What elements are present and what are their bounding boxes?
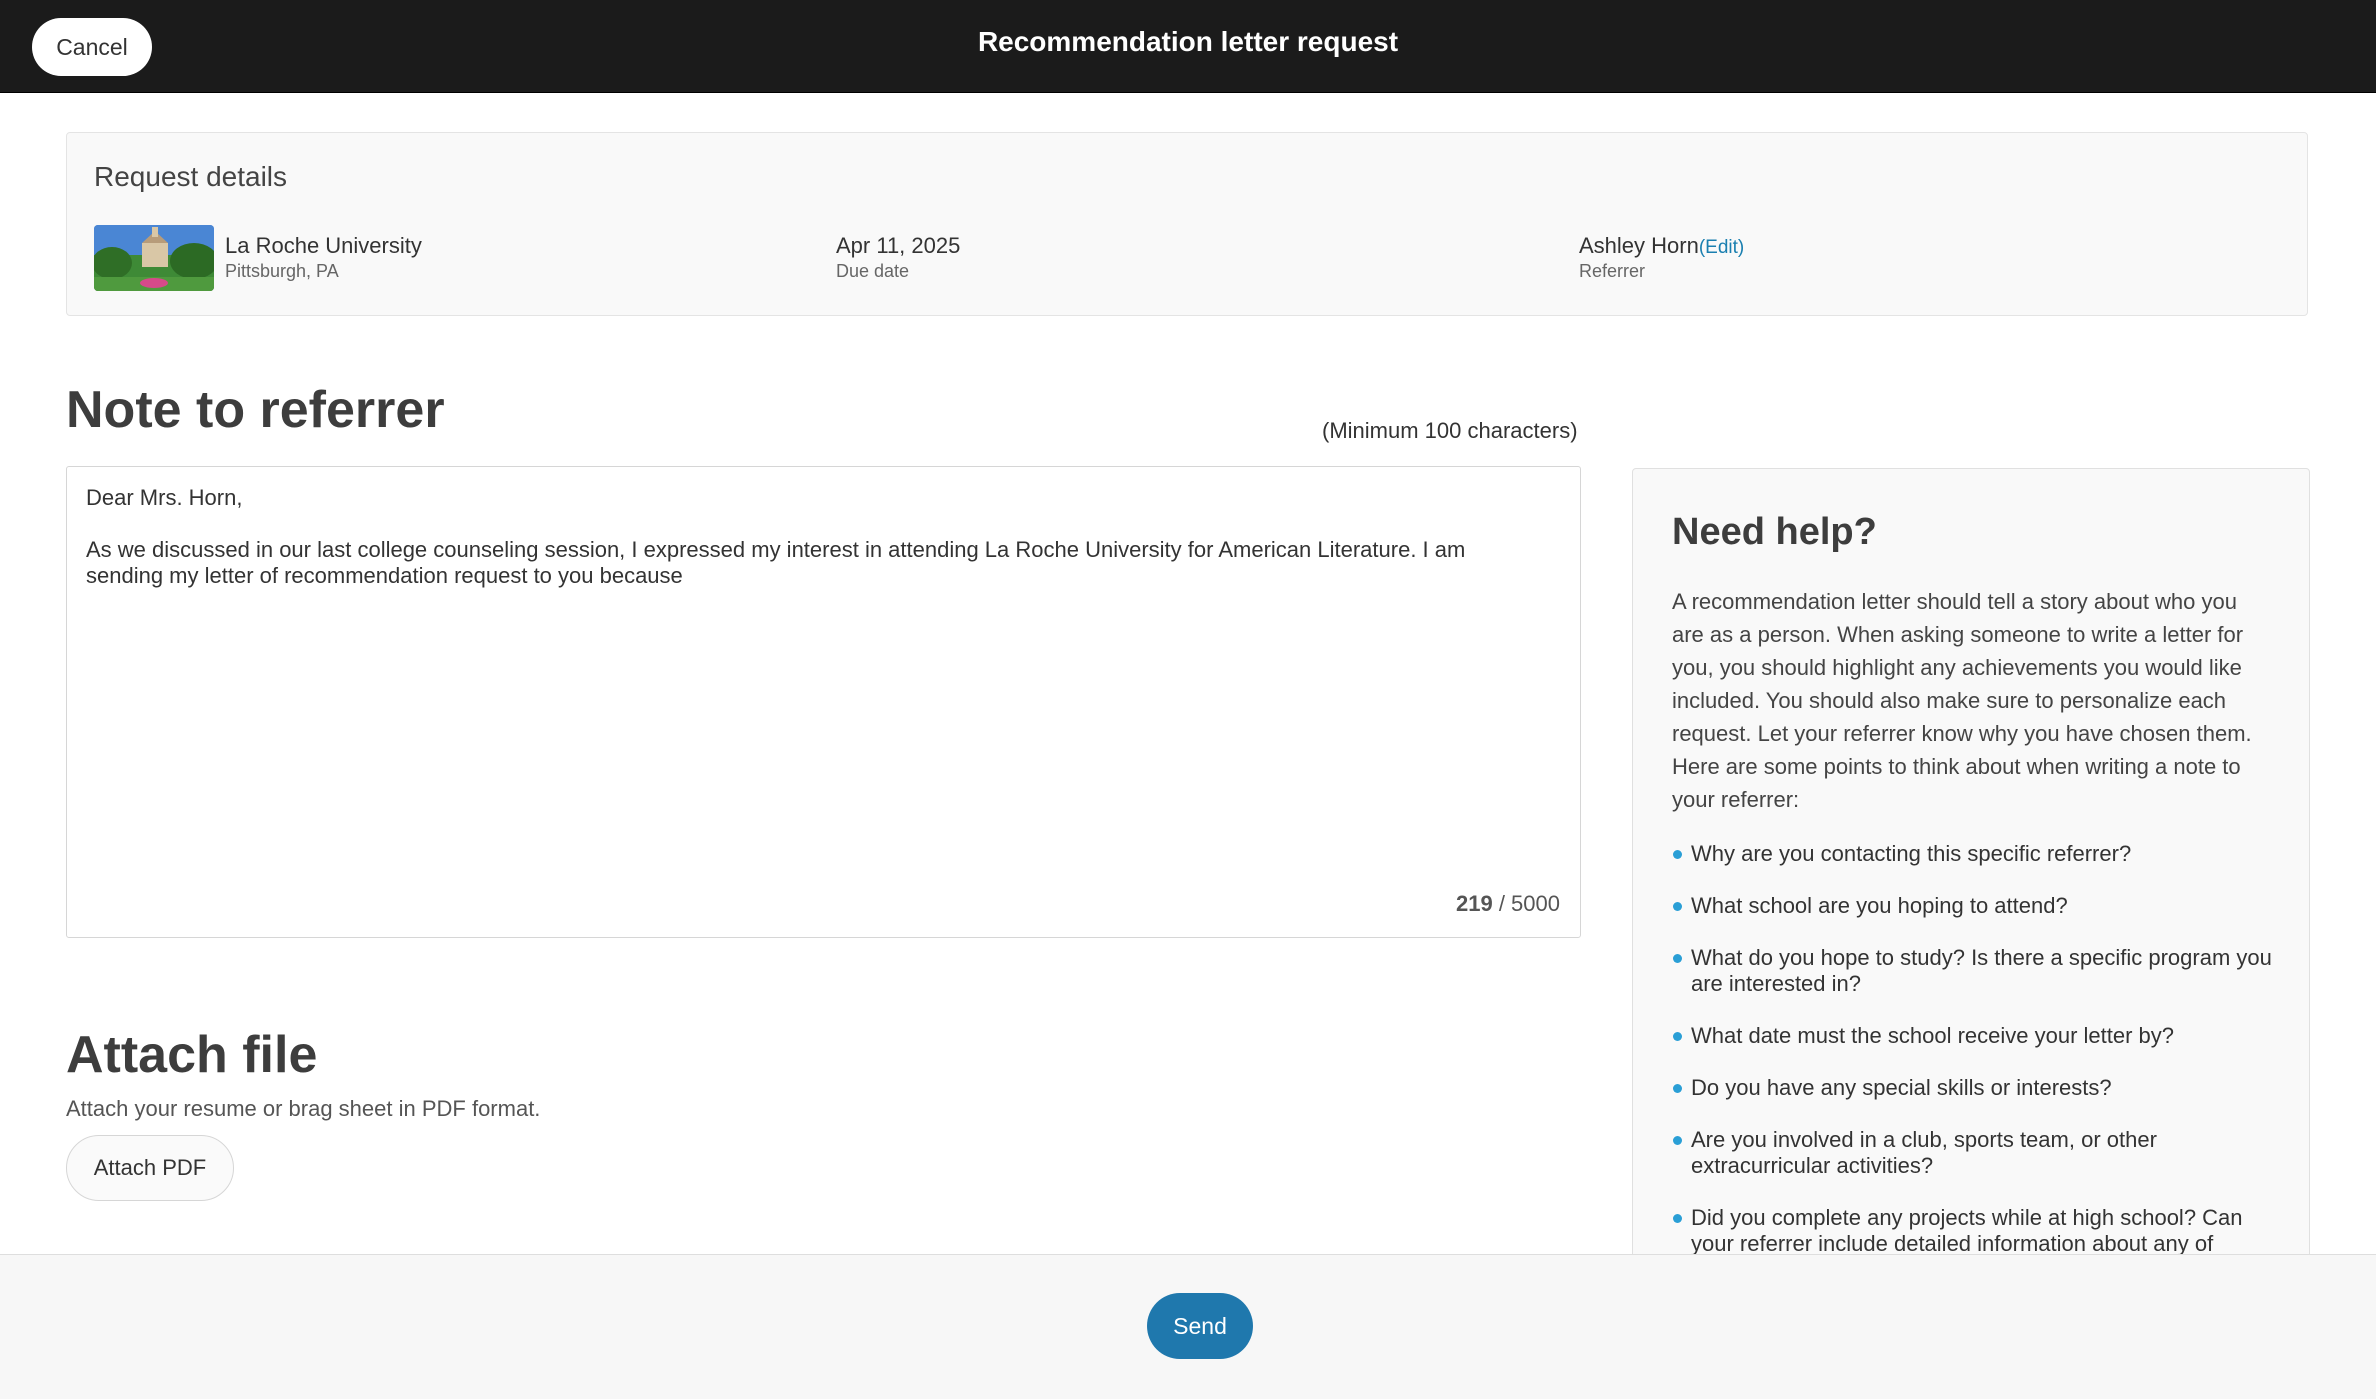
list-item: What date must the school receive your l…	[1672, 1023, 2272, 1049]
bullet-icon	[1673, 902, 1682, 911]
list-item-text: Are you involved in a club, sports team,…	[1691, 1127, 2157, 1178]
referrer-name: Ashley Horn	[1579, 233, 1699, 258]
referrer: Ashley Horn(Edit)	[1579, 233, 1744, 259]
list-item-text: What date must the school receive your l…	[1691, 1023, 2175, 1048]
bullet-icon	[1673, 850, 1682, 859]
top-bar: Cancel Recommendation letter request	[0, 0, 2376, 93]
help-list: Why are you contacting this specific ref…	[1672, 841, 2272, 1257]
attach-file-heading: Attach file	[66, 1026, 318, 1084]
attach-pdf-button[interactable]: Attach PDF	[66, 1135, 234, 1201]
due-date: Apr 11, 2025	[836, 233, 961, 258]
note-textarea[interactable]: Dear Mrs. Horn, As we discussed in our l…	[66, 466, 1581, 938]
character-counter: 219 / 5000	[1456, 891, 1560, 917]
bullet-icon	[1673, 1136, 1682, 1145]
school-location: Pittsburgh, PA	[225, 261, 339, 281]
list-item: Why are you contacting this specific ref…	[1672, 841, 2272, 867]
request-details-heading: Request details	[94, 161, 288, 192]
footer-bar: Send	[0, 1254, 2376, 1399]
bullet-icon	[1673, 1214, 1682, 1223]
school-thumbnail	[94, 225, 214, 291]
referrer-label: Referrer	[1579, 261, 1646, 281]
list-item-text: What do you hope to study? Is there a sp…	[1691, 945, 2272, 996]
list-item-text: Did you complete any projects while at h…	[1691, 1205, 2243, 1256]
note-heading: Note to referrer	[66, 381, 445, 439]
list-item-text: What school are you hoping to attend?	[1691, 893, 2068, 918]
page-title: Recommendation letter request	[977, 26, 1399, 57]
character-count: 219	[1456, 891, 1493, 916]
bullet-icon	[1673, 1032, 1682, 1041]
attach-file-description: Attach your resume or brag sheet in PDF …	[66, 1096, 541, 1121]
bullet-icon	[1673, 954, 1682, 963]
list-item: Are you involved in a club, sports team,…	[1672, 1127, 2272, 1179]
list-item: Did you complete any projects while at h…	[1672, 1205, 2272, 1257]
help-panel: Need help? A recommendation letter shoul…	[1632, 468, 2310, 1258]
character-max: / 5000	[1492, 891, 1560, 916]
request-details-panel: Request details La Roche University Pitt…	[66, 132, 2308, 316]
list-item: Do you have any special skills or intere…	[1672, 1075, 2272, 1101]
minimum-characters-hint: (Minimum 100 characters)	[1322, 418, 1578, 443]
note-text[interactable]: Dear Mrs. Horn, As we discussed in our l…	[86, 485, 1526, 589]
edit-referrer-link[interactable]: (Edit)	[1699, 237, 1744, 258]
help-body: A recommendation letter should tell a st…	[1672, 589, 2252, 812]
bullet-icon	[1673, 1084, 1682, 1093]
school-name: La Roche University	[225, 233, 422, 258]
list-item: What school are you hoping to attend?	[1672, 893, 2272, 919]
help-heading: Need help?	[1672, 511, 1877, 553]
send-button[interactable]: Send	[1147, 1293, 1253, 1359]
due-date-label: Due date	[836, 261, 910, 281]
list-item: What do you hope to study? Is there a sp…	[1672, 945, 2272, 997]
list-item-text: Why are you contacting this specific ref…	[1691, 841, 2132, 866]
list-item-text: Do you have any special skills or intere…	[1691, 1075, 2112, 1100]
